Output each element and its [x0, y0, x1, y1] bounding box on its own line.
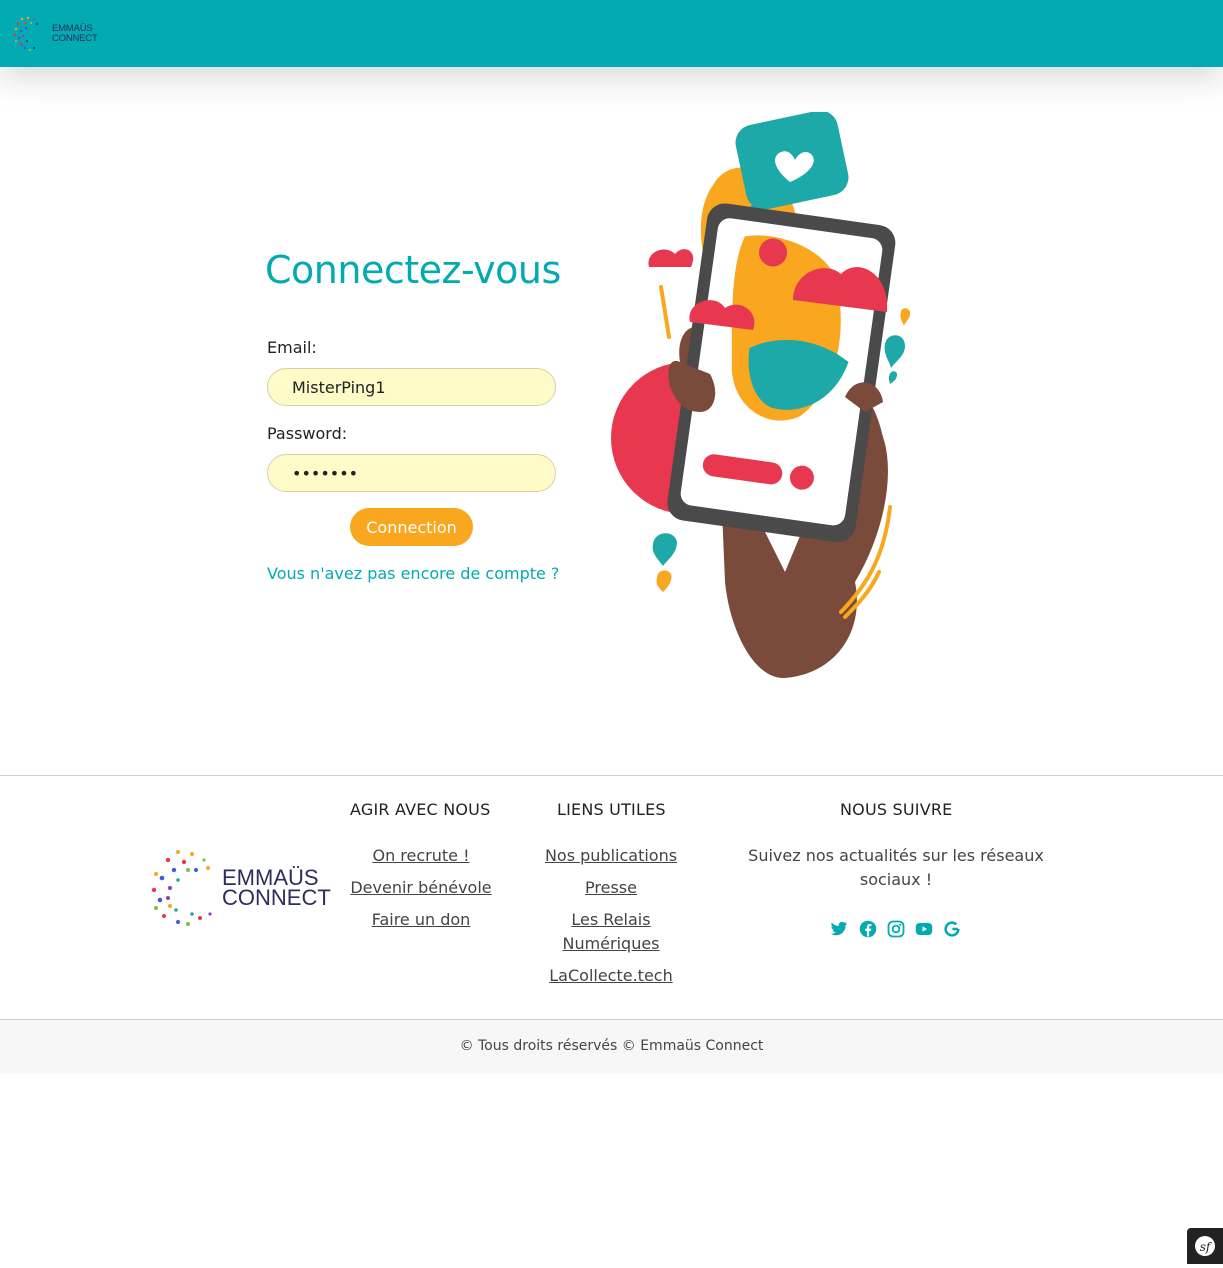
password-label: Password:: [267, 424, 348, 443]
youtube-icon[interactable]: [915, 920, 933, 938]
footer-link-publications[interactable]: Nos publications: [536, 844, 686, 868]
footer: EMMAÜS CONNECT AGIR AVEC NOUS On recrute…: [0, 775, 1223, 1020]
footer-heading-liens: LIENS UTILES: [557, 800, 666, 819]
logo-dots-icon: [13, 16, 38, 52]
footer-link-don[interactable]: Faire un don: [330, 908, 512, 932]
footer-link-recrute[interactable]: On recrute !: [330, 844, 512, 868]
google-icon[interactable]: [943, 920, 961, 938]
hand-phone-illustration: [611, 112, 911, 679]
footer-logo-dots-icon: [151, 850, 212, 926]
email-input[interactable]: [267, 368, 556, 406]
footer-heading-suivre: NOUS SUIVRE: [840, 800, 953, 819]
copyright-bar: © Tous droits réservés © Emmaüs Connect: [0, 1019, 1223, 1074]
footer-heading-agir: AGIR AVEC NOUS: [350, 800, 491, 819]
footer-link-relais[interactable]: Les Relais Numériques: [551, 908, 671, 956]
connection-button[interactable]: Connection: [350, 508, 473, 546]
password-input[interactable]: [267, 454, 556, 492]
footer-link-lacollecte[interactable]: LaCollecte.tech: [536, 964, 686, 988]
page-title: Connectez-vous: [265, 248, 561, 292]
footer-logo-line2: CONNECT: [222, 885, 331, 910]
footer-logo-text: EMMAÜS CONNECT: [222, 867, 331, 910]
symfony-icon: sf: [1195, 1236, 1215, 1256]
top-navbar: EMMAÜS CONNECT: [0, 0, 1223, 67]
symfony-debug-toolbar-toggle[interactable]: sf: [1187, 1228, 1223, 1264]
facebook-icon[interactable]: [859, 920, 877, 938]
social-text: Suivez nos actualités sur les réseaux so…: [748, 846, 1044, 889]
social-icons: [830, 920, 970, 940]
twitter-icon[interactable]: [830, 920, 848, 938]
email-label: Email:: [267, 338, 317, 357]
footer-link-benevole[interactable]: Devenir bénévole: [330, 876, 512, 900]
copyright-text: © Tous droits réservés © Emmaüs Connect: [459, 1038, 764, 1054]
header-logo-link[interactable]: EMMAÜS CONNECT: [12, 15, 98, 53]
header-logo-text: EMMAÜS CONNECT: [52, 24, 98, 44]
signup-link[interactable]: Vous n'avez pas encore de compte ?: [267, 564, 559, 583]
footer-logo-link[interactable]: EMMAÜS CONNECT: [148, 848, 331, 928]
instagram-icon[interactable]: [887, 920, 905, 938]
logo-line2: CONNECT: [52, 33, 98, 44]
footer-link-presse[interactable]: Presse: [536, 876, 686, 900]
